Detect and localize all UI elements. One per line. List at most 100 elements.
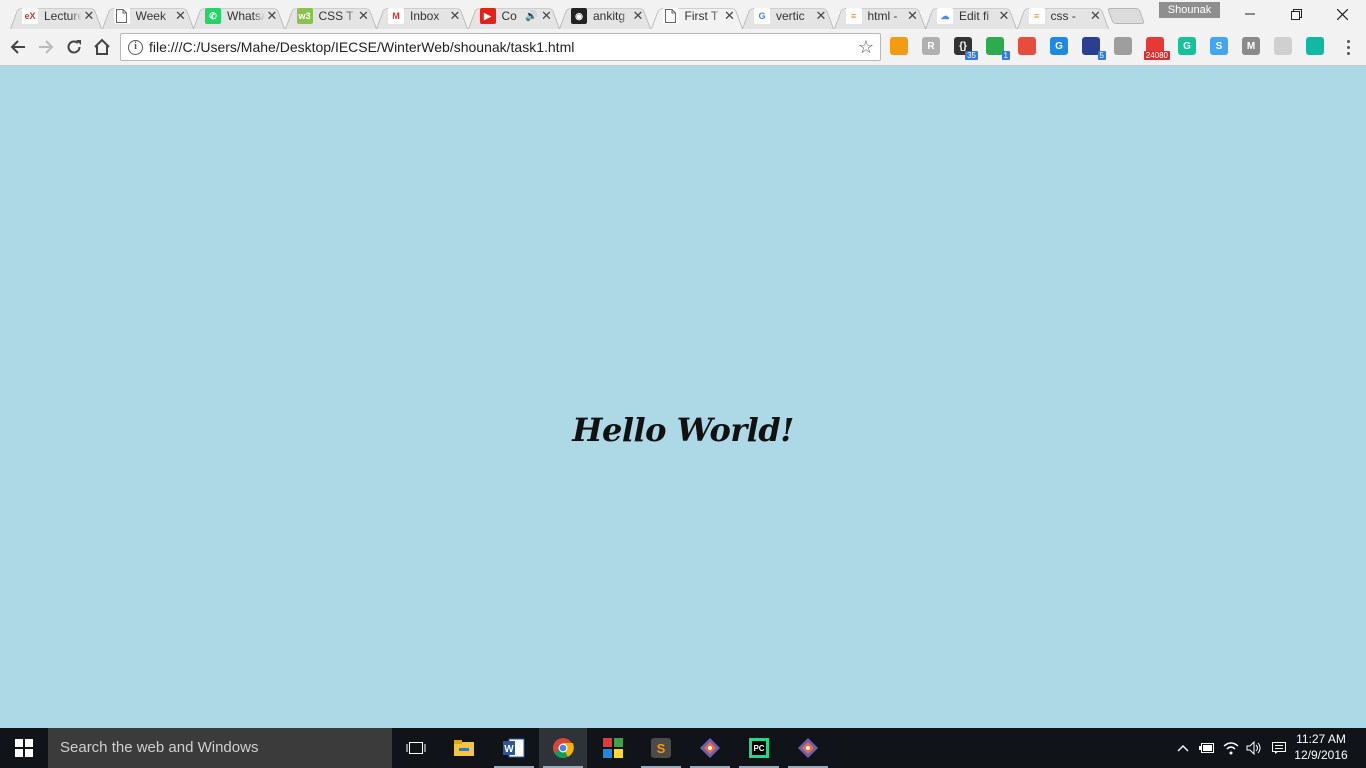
menu-icon[interactable] [1339,36,1357,58]
pycharm-icon[interactable]: PC [735,728,783,768]
git-icon[interactable] [784,728,832,768]
task-view-icon[interactable] [392,728,440,768]
clock-date: 12/9/2016 [1294,748,1348,762]
tab-title: Lecture [44,9,82,23]
extension-badge: 1 [1001,51,1010,60]
google-icon: G [754,8,770,24]
profile-button[interactable]: Shounak [1159,2,1220,18]
extension-badge: 24080 [1143,51,1170,60]
arrow-right-icon [39,40,54,54]
stackoverflow-icon: ≡ [1028,8,1045,24]
r-extension-icon[interactable]: R [922,37,940,55]
tab-close-icon[interactable]: ✕ [906,9,920,23]
tab-close-icon[interactable]: ✕ [814,9,828,23]
system-clock[interactable]: 11:27 AM 12/9/2016 [1292,731,1350,763]
w3-icon: w3 [296,8,313,24]
green-extension-icon[interactable]: 1 [986,37,1010,60]
git-icon[interactable] [686,728,734,768]
browser-tab[interactable]: ☁ Edit fi ✕ [925,3,1017,29]
grammarly-extension-icon[interactable]: G [1178,37,1196,55]
m-extension-icon[interactable]: M [1242,37,1260,55]
forward-button[interactable] [32,33,60,61]
browser-tab[interactable]: ◉ ankitg ✕ [559,3,651,29]
gray-extension-icon[interactable] [1274,37,1292,55]
colorbar-extension-icon[interactable] [1018,37,1036,55]
url-text: file:///C:/Users/Mahe/Desktop/IECSE/Wint… [149,39,575,55]
tab-close-icon[interactable]: ✕ [448,9,462,23]
start-button[interactable] [0,728,48,768]
tab-close-icon[interactable]: ✕ [82,9,96,23]
orange-extension-icon[interactable] [890,37,908,55]
battery-icon[interactable] [1198,739,1216,757]
extension-label: S [1215,40,1223,52]
app-tiles-icon[interactable] [589,728,637,768]
extension-badge: 35 [965,51,978,60]
s-extension-icon[interactable]: S [1210,37,1228,55]
windows-icon [15,739,33,757]
browser-toolbar: i file:///C:/Users/Mahe/Desktop/IECSE/Wi… [0,29,1366,66]
chrome-icon[interactable] [539,728,587,768]
action-center-icon[interactable] [1270,739,1288,757]
bookmark-star-icon[interactable]: ☆ [858,37,874,57]
chevron-up-icon[interactable] [1174,739,1192,757]
minimize-button[interactable] [1227,0,1273,28]
tab-title: Week [135,9,166,23]
file-explorer-icon[interactable] [440,728,488,768]
reload-button[interactable] [60,33,88,61]
browser-tab[interactable]: eX Lecture ✕ [10,3,102,29]
tab-close-icon[interactable]: ✕ [265,9,279,23]
speaker-icon[interactable]: 🔊 [525,11,537,22]
g-extension-icon[interactable]: G [1050,37,1068,55]
browser-tab[interactable]: First T ✕ [651,3,743,29]
browser-tab[interactable]: M Inbox ✕ [376,3,468,29]
browser-tab[interactable]: ✆ WhatsApp✕ [193,3,285,29]
address-bar[interactable]: i file:///C:/Users/Mahe/Desktop/IECSE/Wi… [120,33,881,61]
extension-label: {} [959,40,967,52]
tab-close-icon[interactable]: ✕ [1089,9,1103,23]
browser-tab[interactable]: w3 CSS T ✕ [285,3,377,29]
browser-tab[interactable]: Week ✕ [102,3,194,29]
word-icon[interactable]: W [490,728,538,768]
reload-icon [67,40,81,54]
minimize-icon [1245,13,1255,15]
svg-text:W: W [504,744,514,755]
browser-tab[interactable]: Gvertic ✕ [742,3,834,29]
close-icon [1336,8,1348,20]
restore-button[interactable] [1273,0,1319,28]
tab-close-icon[interactable]: ✕ [540,9,554,23]
browser-tab[interactable]: ▶ Co 🔊 ✕ [468,3,560,29]
bars-extension-icon[interactable]: 5 [1082,37,1106,60]
page-viewport: Hello World! [0,66,1366,728]
svg-text:PC: PC [753,744,764,753]
tab-close-icon[interactable]: ✕ [723,9,737,23]
tab-close-icon[interactable]: ✕ [174,9,188,23]
volume-icon[interactable] [1245,739,1263,757]
tab-close-icon[interactable]: ✕ [631,9,645,23]
clock-time: 11:27 AM [1296,732,1346,746]
page-heading: Hello World! [572,411,794,449]
home-button[interactable] [88,33,116,61]
extension-badge: 5 [1097,51,1106,60]
arrow-left-icon [10,40,25,54]
new-tab-button[interactable] [1107,8,1145,24]
red-extension-icon[interactable]: 24080 [1143,37,1170,60]
tab-close-icon[interactable]: ✕ [997,9,1011,23]
back-button[interactable] [4,33,32,61]
info-icon[interactable]: i [128,40,143,55]
browser-tab[interactable]: ≡ css - ✕ [1017,3,1109,29]
stackoverflow-icon: ≡ [845,8,862,24]
braces-extension-icon[interactable]: {} 35 [954,37,978,60]
teal-extension-icon[interactable] [1306,37,1324,55]
browser-tab[interactable]: ≡ html - ✕ [834,3,926,29]
svg-text:S: S [657,741,666,756]
tab-close-icon[interactable]: ✕ [357,9,371,23]
taskbar-search-box[interactable]: Search the web and Windows [48,728,392,768]
sublime-text-icon[interactable]: S [637,728,685,768]
drive-extension-icon[interactable] [1114,37,1132,55]
tab-strip: eXLecture✕Week✕✆WhatsApp✕w3CSS T✕MInbox✕… [0,0,1366,29]
tab-title: ankitg [593,9,626,23]
wifi-icon[interactable] [1222,739,1240,757]
tab-title: vertic [776,9,805,23]
close-window-button[interactable] [1319,0,1365,28]
windows-taskbar: Search the web and Windows W S PC 11:27 AM… [0,728,1366,768]
